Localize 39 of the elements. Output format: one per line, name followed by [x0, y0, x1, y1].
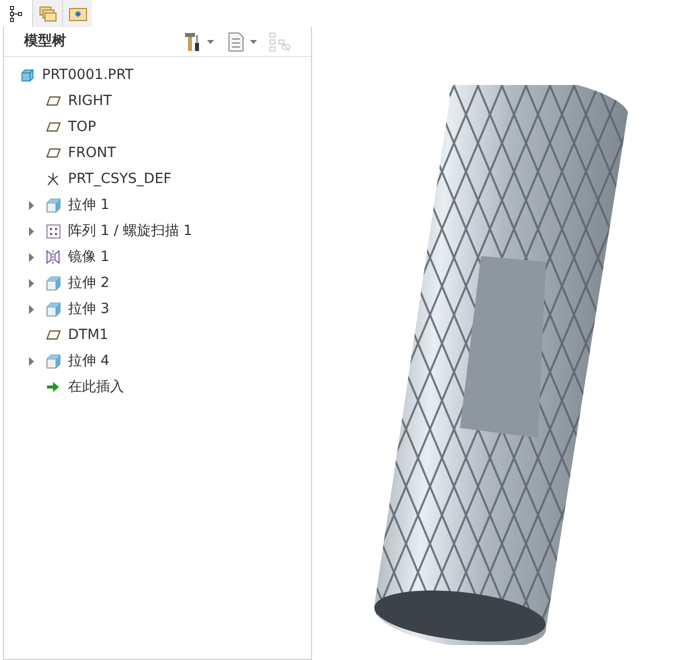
expand-arrow-icon[interactable]: [28, 200, 34, 210]
expand-arrow-icon[interactable]: [28, 356, 34, 366]
panel-title: 模型树: [24, 32, 67, 51]
tree-icon: [9, 4, 23, 22]
expand-arrow-icon[interactable]: [28, 226, 34, 236]
tree-item-label[interactable]: FRONT: [68, 142, 116, 164]
arrow-icon: [47, 382, 59, 392]
tree-item-label[interactable]: 阵列 1 / 螺旋扫描 1: [68, 220, 192, 242]
tree-item-label[interactable]: PRT0001.PRT: [42, 64, 134, 86]
plane-icon: [46, 148, 60, 158]
tree-item-label[interactable]: 拉伸 4: [68, 350, 110, 372]
grid-dots-icon: [46, 224, 60, 238]
tree-item-label[interactable]: TOP: [68, 116, 96, 138]
mirror-icon: [45, 250, 61, 264]
box-icon: [46, 276, 60, 290]
plane-icon: [46, 330, 60, 340]
list-settings-icon[interactable]: [228, 32, 244, 52]
tree-item-label[interactable]: 拉伸 2: [68, 272, 110, 294]
tree-item-label[interactable]: 镜像 1: [68, 246, 110, 268]
box-icon: [46, 302, 60, 316]
expand-arrow-icon[interactable]: [28, 278, 34, 288]
plane-icon: [46, 122, 60, 132]
tree-item-label[interactable]: DTM1: [68, 324, 108, 346]
expand-arrow-icon[interactable]: [28, 304, 34, 314]
box-icon: [46, 354, 60, 368]
tree-item-label[interactable]: 在此插入: [68, 376, 124, 398]
tools-icon[interactable]: [185, 32, 201, 52]
folders-icon: [38, 6, 56, 22]
caret-icon[interactable]: [207, 40, 214, 44]
tree-item-label[interactable]: PRT_CSYS_DEF: [68, 168, 172, 190]
tree-item-label[interactable]: RIGHT: [68, 90, 112, 112]
caret-icon[interactable]: [250, 40, 257, 44]
folder-icon: [68, 6, 86, 20]
cube-icon: [20, 68, 34, 82]
expand-arrow-icon[interactable]: [28, 252, 34, 262]
tree-item-label[interactable]: 拉伸 3: [68, 298, 110, 320]
tree-item-label[interactable]: 拉伸 1: [68, 194, 110, 216]
box-icon: [46, 198, 60, 212]
plane-icon: [46, 96, 60, 106]
